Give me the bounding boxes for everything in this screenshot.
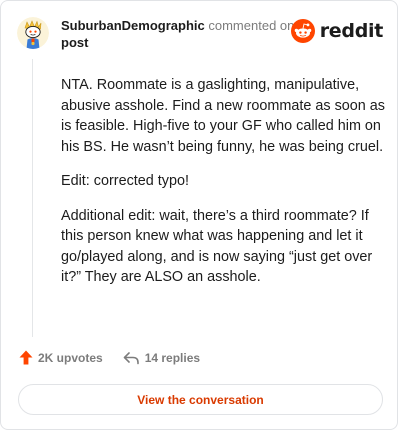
view-conversation-button[interactable]: View the conversation: [18, 384, 383, 415]
reply-count: 14 replies: [144, 350, 201, 365]
thread-line: [32, 59, 33, 337]
upvote-stat[interactable]: 2K upvotes: [19, 350, 103, 365]
upvote-arrow-icon: [19, 350, 33, 365]
comment-paragraph: NTA. Roommate is a gaslighting, manipula…: [61, 77, 385, 155]
user-avatar[interactable]: [17, 17, 49, 49]
snoo-avatar-icon: [17, 17, 49, 49]
upvote-count: 2K upvotes: [38, 350, 103, 365]
comment-body: NTA. Roommate is a gaslighting, manipula…: [61, 75, 387, 302]
reddit-wordmark: reddit: [319, 20, 384, 42]
comment-paragraph: Edit: corrected typo!: [61, 173, 189, 189]
reddit-snoo-icon: [290, 19, 315, 43]
header-action: commented on: [208, 18, 295, 33]
reply-arrow-icon: [123, 351, 139, 364]
post-link[interactable]: post: [61, 34, 88, 51]
reddit-logo[interactable]: reddit: [290, 19, 384, 43]
username-link[interactable]: SuburbanDemographic: [61, 18, 205, 33]
comment-card: SuburbanDemographic commented on post re…: [0, 0, 398, 430]
comment-header: SuburbanDemographic commented on post: [61, 17, 301, 51]
comment-paragraph: Additional edit: wait, there’s a third r…: [61, 207, 373, 286]
comment-stats: 2K upvotes 14 replies: [19, 350, 200, 365]
reply-stat[interactable]: 14 replies: [123, 351, 200, 365]
